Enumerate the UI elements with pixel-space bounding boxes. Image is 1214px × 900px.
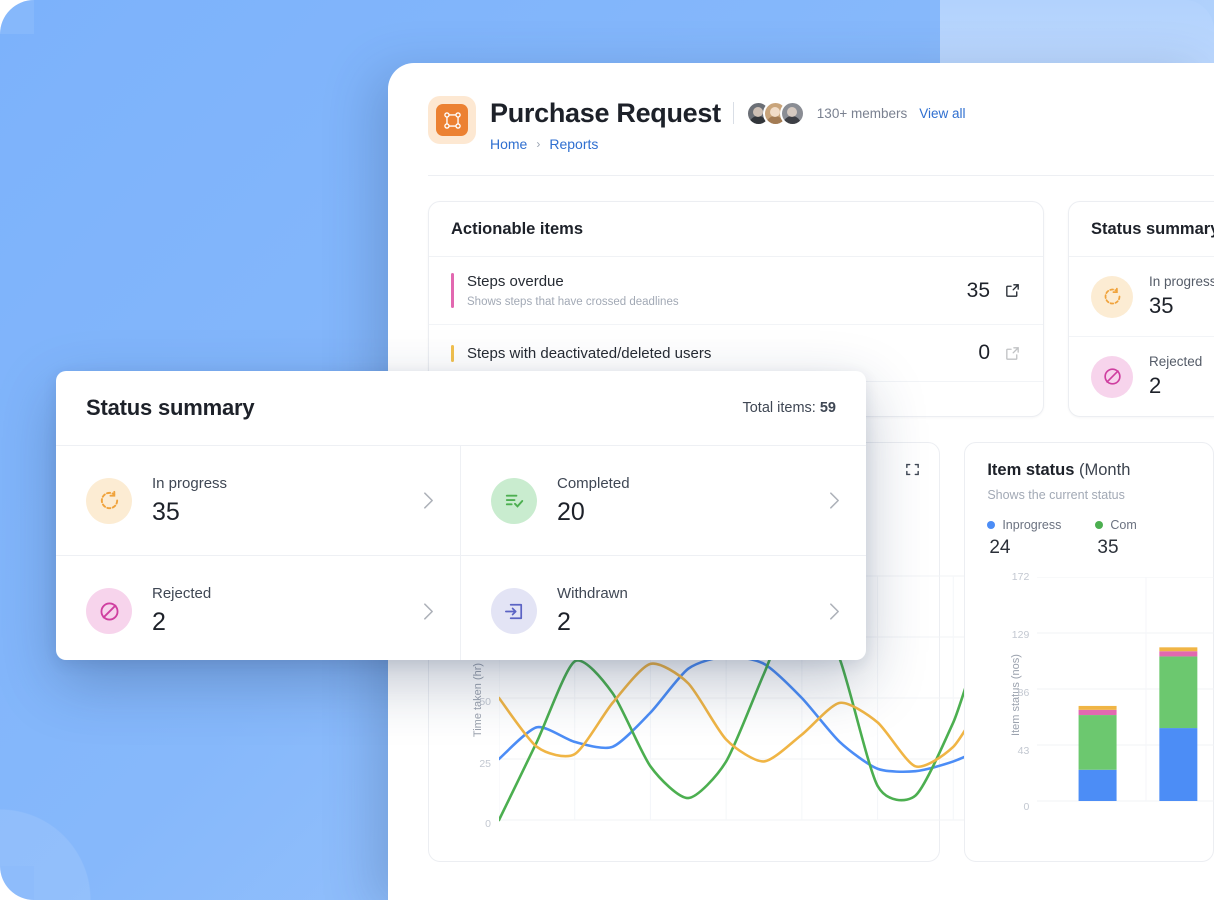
members-count: 130+ members bbox=[816, 105, 908, 121]
breadcrumb-item-home[interactable]: Home bbox=[490, 136, 527, 152]
canvas-top-band bbox=[940, 0, 1214, 63]
row-accent-bar bbox=[451, 344, 454, 362]
item-status-chart-card: Item status (Month Shows the current sta… bbox=[964, 442, 1214, 862]
item-chart-title-text: Item status bbox=[987, 461, 1075, 479]
legend-dot-inprogress bbox=[987, 521, 996, 529]
legend-value-completed: 35 bbox=[1097, 537, 1119, 558]
breadcrumb: Home › Reports bbox=[490, 136, 966, 152]
modal-cell-label: Completed bbox=[557, 474, 630, 492]
legend-value-inprogress: 24 bbox=[989, 537, 1011, 558]
modal-total-value: 59 bbox=[819, 400, 836, 416]
modal-total-items: Total items: 59 bbox=[742, 400, 836, 416]
y-tick-43: 43 bbox=[1017, 745, 1030, 757]
status-row-value: 35 bbox=[1149, 293, 1174, 318]
item-chart-title: Item status (Month bbox=[987, 461, 1193, 480]
modal-cell-value: 20 bbox=[557, 497, 585, 526]
status-row-label: In progress bbox=[1149, 274, 1214, 289]
view-all-members-link[interactable]: View all bbox=[919, 106, 965, 121]
chevron-right-icon[interactable] bbox=[829, 602, 840, 621]
refresh-dashed-icon bbox=[1091, 275, 1133, 318]
modal-cell-completed[interactable]: Completed 20 bbox=[461, 446, 866, 556]
status-row-label: Rejected bbox=[1149, 354, 1203, 369]
list-check-icon bbox=[491, 477, 537, 524]
arrow-into-box-icon bbox=[491, 588, 537, 634]
modal-cell-withdrawn[interactable]: Withdrawn 2 bbox=[461, 556, 866, 660]
item-chart-legend: Inprogress 24 Com 35 bbox=[965, 502, 1213, 559]
modal-cell-value: 2 bbox=[557, 608, 571, 636]
app-header: Purchase Request 130+ members View all H… bbox=[388, 63, 1214, 176]
item-chart-title-suffix: (Month bbox=[1079, 461, 1131, 479]
status-summary-title: Status summary bbox=[1091, 220, 1214, 238]
actionable-row-count: 35 bbox=[966, 278, 990, 302]
item-status-plot: Item status (nos) 172 129 86 43 0 bbox=[975, 571, 1214, 813]
item-chart-header: Item status (Month Shows the current sta… bbox=[965, 443, 1213, 502]
status-summary-card: Status summary In progress 35 Rejected 2 bbox=[1068, 201, 1214, 417]
member-avatars[interactable] bbox=[745, 100, 805, 126]
actionable-row-count: 0 bbox=[978, 341, 990, 364]
modal-cell-in-progress[interactable]: In progress 35 bbox=[56, 446, 461, 556]
app-icon-container bbox=[428, 96, 476, 144]
workflow-nodes-icon bbox=[436, 104, 468, 136]
y-tick-0: 0 bbox=[1023, 801, 1030, 813]
chevron-right-icon[interactable] bbox=[423, 491, 434, 510]
row-accent-bar bbox=[451, 273, 454, 308]
actionable-row-label: Steps with deactivated/deleted users bbox=[467, 344, 712, 362]
modal-cell-label: Withdrawn bbox=[557, 585, 628, 602]
modal-cell-rejected[interactable]: Rejected 2 bbox=[56, 556, 461, 660]
page-title: Purchase Request bbox=[490, 98, 721, 128]
legend-label-completed: Com bbox=[1110, 518, 1137, 532]
y-tick-129: 129 bbox=[1011, 629, 1030, 641]
status-summary-header: Status summary bbox=[1069, 202, 1214, 257]
chevron-right-icon[interactable] bbox=[423, 602, 434, 621]
y-tick-25: 25 bbox=[479, 758, 491, 770]
screen-canvas: Purchase Request 130+ members View all H… bbox=[0, 0, 1214, 900]
external-link-icon[interactable] bbox=[1004, 282, 1021, 299]
avatar[interactable] bbox=[779, 100, 805, 126]
status-summary-modal: Status summary Total items: 59 In progre… bbox=[56, 371, 866, 660]
modal-header: Status summary Total items: 59 bbox=[56, 371, 866, 446]
modal-status-grid: In progress 35 Completed 20 Rejected 2 W… bbox=[56, 446, 866, 660]
actionable-row-steps-overdue[interactable]: Steps overdue Shows steps that have cros… bbox=[429, 257, 1043, 325]
actionable-row-description: Shows steps that have crossed deadlines bbox=[467, 296, 679, 308]
expand-fullscreen-icon[interactable] bbox=[904, 461, 921, 478]
refresh-dashed-icon bbox=[86, 477, 132, 524]
ban-circle-icon bbox=[86, 588, 132, 634]
actionable-row-label: Steps overdue bbox=[467, 273, 564, 290]
title-divider bbox=[732, 102, 734, 124]
modal-total-label: Total items: bbox=[742, 400, 816, 416]
status-row-in-progress[interactable]: In progress 35 bbox=[1069, 257, 1214, 337]
canvas-corner-top-left bbox=[0, 0, 34, 34]
legend-item-completed: Com 35 bbox=[1095, 518, 1137, 559]
ban-circle-icon bbox=[1091, 355, 1133, 398]
modal-cell-label: In progress bbox=[152, 474, 228, 492]
actionable-items-title: Actionable items bbox=[451, 220, 584, 238]
legend-label-inprogress: Inprogress bbox=[1002, 518, 1062, 532]
chevron-right-icon[interactable] bbox=[829, 491, 840, 510]
breadcrumb-item-reports[interactable]: Reports bbox=[549, 136, 598, 152]
y-tick-86: 86 bbox=[1017, 687, 1030, 699]
modal-cell-value: 35 bbox=[152, 497, 180, 526]
legend-dot-completed bbox=[1095, 521, 1104, 529]
modal-title: Status summary bbox=[86, 395, 255, 420]
legend-item-inprogress: Inprogress 24 bbox=[987, 518, 1061, 559]
external-link-icon[interactable] bbox=[1004, 345, 1021, 362]
modal-cell-label: Rejected bbox=[152, 585, 212, 602]
y-tick-172: 172 bbox=[1011, 571, 1030, 583]
canvas-corner-bottom-left bbox=[0, 866, 34, 900]
status-row-value: 2 bbox=[1149, 373, 1162, 398]
y-tick-50: 50 bbox=[479, 696, 491, 708]
y-tick-0: 0 bbox=[485, 818, 491, 830]
item-status-bars bbox=[1037, 577, 1214, 802]
chevron-right-icon: › bbox=[536, 137, 541, 151]
modal-cell-value: 2 bbox=[152, 608, 166, 636]
actionable-items-header: Actionable items bbox=[429, 202, 1043, 257]
item-chart-description: Shows the current status bbox=[987, 488, 1125, 502]
status-row-rejected[interactable]: Rejected 2 bbox=[1069, 337, 1214, 416]
